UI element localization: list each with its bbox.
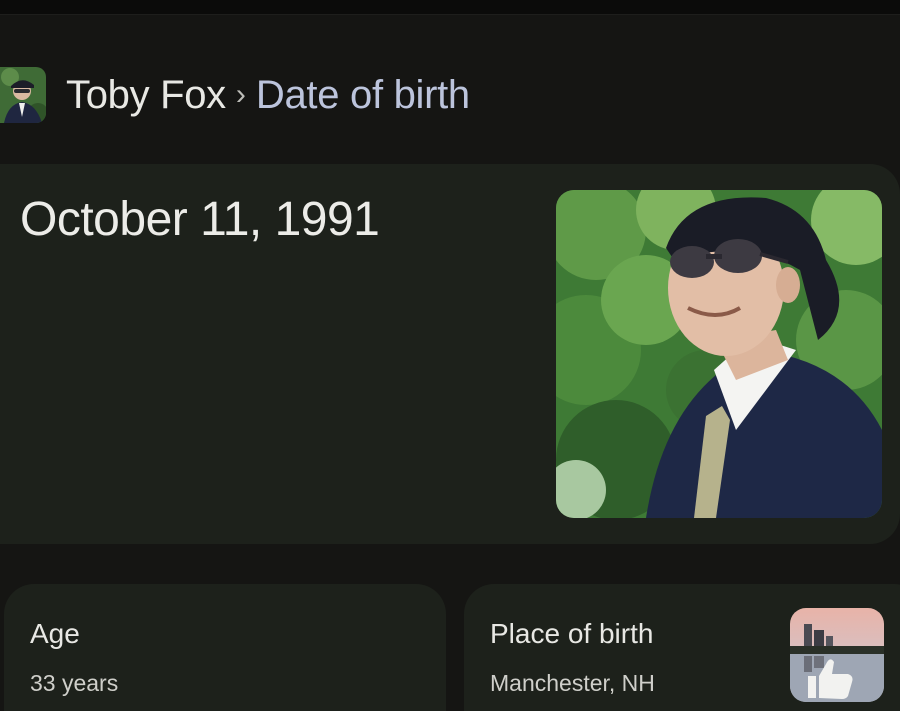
chevron-right-icon: › xyxy=(235,78,246,111)
place-thumbnail[interactable] xyxy=(790,608,884,702)
fact-title: Place of birth xyxy=(490,618,654,649)
breadcrumb-attribute: Date of birth xyxy=(255,72,470,117)
fact-title: Age xyxy=(30,618,80,649)
answer-value: October 11, 1991 xyxy=(20,193,380,246)
knowledge-panel-page: Toby Fox › Date of birth October 11, 199… xyxy=(0,0,900,711)
fact-value: 33 years xyxy=(30,670,119,696)
fact-value: Manchester, NH xyxy=(490,670,655,696)
breadcrumb: Toby Fox › Date of birth xyxy=(0,66,470,124)
top-bar xyxy=(0,0,900,15)
breadcrumb-entity[interactable]: Toby Fox xyxy=(66,73,226,118)
fact-card-age[interactable]: Age 33 years xyxy=(4,584,446,711)
entity-avatar[interactable] xyxy=(0,67,46,123)
fact-card-place-of-birth[interactable]: Place of birth Manchester, NH xyxy=(464,584,900,711)
entity-photo[interactable] xyxy=(556,190,882,518)
